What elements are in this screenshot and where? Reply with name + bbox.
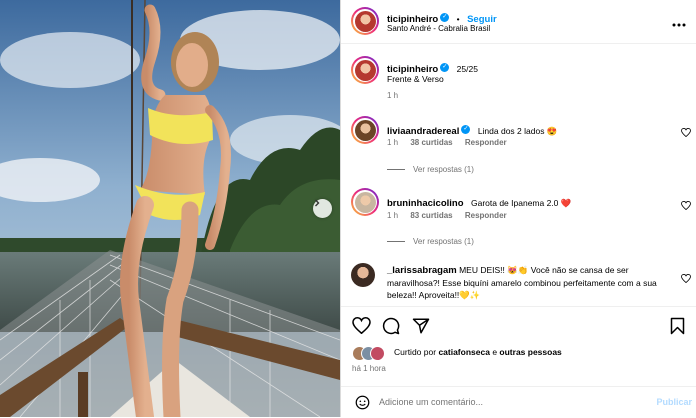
caption-avatar[interactable] (351, 56, 379, 84)
like-icon[interactable] (352, 316, 371, 339)
view-replies-button[interactable]: Ver respostas (1) (387, 237, 474, 246)
publish-button[interactable]: Publicar (656, 397, 692, 407)
post-side-panel: ticipinheiro ✓ • Seguir Santo André - Cab… (340, 0, 696, 417)
comment-username[interactable]: _larissabragam (387, 265, 457, 276)
chevron-right-icon (315, 199, 320, 207)
author-avatar[interactable] (351, 7, 379, 35)
comment-like-icon[interactable] (681, 270, 691, 288)
comment-text: Garota de Ipanema 2.0 ❤️ (470, 198, 572, 208)
comment-text: Linda dos 2 lados 😍 (477, 126, 558, 136)
comment-avatar[interactable] (351, 188, 379, 216)
caption-time: 1 h (387, 91, 399, 100)
emoji-icon[interactable] (355, 395, 370, 415)
save-icon[interactable] (670, 317, 685, 340)
comment-like-icon[interactable] (681, 197, 691, 215)
comment-like-icon[interactable] (681, 124, 691, 142)
comment-time: 1 h (387, 138, 399, 147)
comment-input[interactable] (379, 394, 639, 410)
caption-text-2: Frente & Verso (387, 74, 444, 84)
view-replies-label: Ver respostas (1) (413, 237, 474, 246)
verified-badge-icon: ✓ (440, 63, 450, 73)
view-replies-label: Ver respostas (1) (413, 165, 474, 174)
comment-likes[interactable]: 38 curtidas (410, 138, 452, 147)
liker-avatar (370, 346, 385, 361)
more-options-icon[interactable] (672, 14, 686, 32)
liked-by-text: Curtido por catiafonseca e outras pessoa… (394, 347, 562, 357)
comment-time: 1 h (387, 211, 399, 220)
photo-scene (0, 0, 340, 417)
post-header: ticipinheiro ✓ • Seguir Santo André - Cab… (341, 0, 696, 44)
comment-likes[interactable]: 83 curtidas (410, 211, 452, 220)
comment-avatar[interactable] (351, 116, 379, 144)
comment-avatar[interactable] (351, 263, 375, 287)
comment-meta: 1 h 38 curtidas Responder (387, 138, 507, 147)
comment-line: bruninhacicolino Garota de Ipanema 2.0 ❤… (387, 193, 571, 211)
liked-by-and: e (492, 347, 498, 357)
post-time[interactable]: há 1 hora (352, 364, 386, 373)
reply-button[interactable]: Responder (465, 211, 507, 220)
liked-by-others[interactable]: outras pessoas (499, 347, 561, 357)
comment-block: _larissabragam MEU DEIS!! 😻👏 Você não se… (387, 264, 667, 301)
view-replies-button[interactable]: Ver respostas (1) (387, 165, 474, 174)
comment-line: liviaandradereal ✓ Linda dos 2 lados 😍 (387, 121, 557, 139)
comment-icon[interactable] (382, 317, 400, 340)
share-icon[interactable] (412, 317, 430, 340)
post-photo[interactable] (0, 0, 340, 417)
post-location[interactable]: Santo André - Cabralia Brasil (387, 24, 490, 33)
caption-text-1: 25/25 (456, 64, 478, 74)
liked-by-prefix: Curtido por (394, 347, 437, 357)
comment-username[interactable]: bruninhacicolino (387, 198, 464, 209)
liked-by-avatars[interactable] (352, 346, 392, 361)
comment-username[interactable]: liviaandradereal (387, 126, 459, 137)
divider-line (387, 241, 405, 243)
verified-badge-icon: ✓ (440, 13, 450, 23)
post-container: ticipinheiro ✓ • Seguir Santo André - Cab… (0, 0, 696, 417)
add-comment-bar: Publicar (341, 386, 696, 418)
divider-line (387, 169, 405, 171)
next-photo-button[interactable] (313, 199, 332, 218)
reply-button[interactable]: Responder (465, 138, 507, 147)
comment-meta: 1 h 83 curtidas Responder (387, 211, 507, 220)
liked-by-user[interactable]: catiafonseca (438, 347, 490, 357)
separator-dot: • (456, 14, 460, 24)
verified-badge-icon: ✓ (461, 125, 471, 135)
